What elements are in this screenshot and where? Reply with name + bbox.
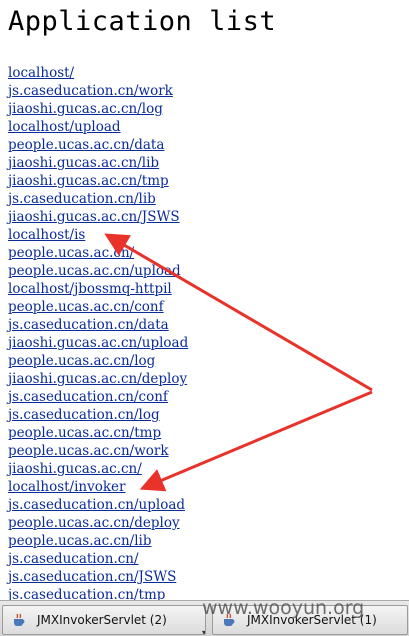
list-item: people.ucas.ac.cn/log: [8, 352, 188, 370]
java-cup-icon: [14, 613, 25, 626]
list-item: js.caseducation.cn/work: [8, 82, 188, 100]
list-item: people.ucas.ac.cn/: [8, 244, 188, 262]
application-link[interactable]: js.caseducation.cn/lib: [8, 191, 156, 207]
watermark: www.wooyun.org: [202, 597, 365, 619]
taskbar-button-label: JMXInvokerServlet (2): [37, 613, 167, 627]
list-item: js.caseducation.cn/data: [8, 316, 188, 334]
application-link[interactable]: jiaoshi.gucas.ac.cn/log: [8, 101, 163, 117]
list-item: js.caseducation.cn/lib: [8, 190, 188, 208]
application-link[interactable]: js.caseducation.cn/: [8, 551, 139, 567]
application-link[interactable]: people.ucas.ac.cn/tmp: [8, 425, 161, 441]
list-item: people.ucas.ac.cn/conf: [8, 298, 188, 316]
application-link[interactable]: people.ucas.ac.cn/lib: [8, 533, 152, 549]
list-item: localhost/jbossmq-httpil: [8, 280, 188, 298]
application-link[interactable]: people.ucas.ac.cn/: [8, 245, 134, 261]
list-item: people.ucas.ac.cn/tmp: [8, 424, 188, 442]
application-link[interactable]: jiaoshi.gucas.ac.cn/: [8, 461, 142, 477]
application-link[interactable]: js.caseducation.cn/conf: [8, 389, 168, 405]
application-link[interactable]: js.caseducation.cn/log: [8, 407, 160, 423]
application-link[interactable]: localhost/is: [8, 227, 85, 243]
application-link[interactable]: jiaoshi.gucas.ac.cn/deploy: [8, 371, 187, 387]
list-item: js.caseducation.cn/log: [8, 406, 188, 424]
list-item: localhost/invoker: [8, 478, 188, 496]
list-item: js.caseducation.cn/upload: [8, 496, 188, 514]
page-title: Application list: [8, 6, 277, 37]
application-link[interactable]: jiaoshi.gucas.ac.cn/upload: [8, 335, 188, 351]
list-item: jiaoshi.gucas.ac.cn/lib: [8, 154, 188, 172]
application-link[interactable]: localhost/upload: [8, 119, 121, 135]
list-item: jiaoshi.gucas.ac.cn/: [8, 460, 188, 478]
application-link[interactable]: people.ucas.ac.cn/conf: [8, 299, 164, 315]
application-link[interactable]: js.caseducation.cn/upload: [8, 497, 185, 513]
application-link[interactable]: jiaoshi.gucas.ac.cn/tmp: [8, 173, 169, 189]
list-item: jiaoshi.gucas.ac.cn/JSWS: [8, 208, 188, 226]
list-item: js.caseducation.cn/JSWS: [8, 568, 188, 586]
list-item: localhost/: [8, 64, 188, 82]
list-item: people.ucas.ac.cn/lib: [8, 532, 188, 550]
list-item: js.caseducation.cn/conf: [8, 388, 188, 406]
taskbar-button-jmxinvoker-2[interactable]: JMXInvokerServlet (2) ▼: [2, 605, 206, 635]
application-link[interactable]: jiaoshi.gucas.ac.cn/lib: [8, 155, 159, 171]
list-item: jiaoshi.gucas.ac.cn/log: [8, 100, 188, 118]
application-link[interactable]: people.ucas.ac.cn/log: [8, 353, 155, 369]
application-link[interactable]: js.caseducation.cn/data: [8, 317, 169, 333]
list-item: jiaoshi.gucas.ac.cn/tmp: [8, 172, 188, 190]
list-item: people.ucas.ac.cn/work: [8, 442, 188, 460]
chevron-down-icon[interactable]: ▼: [202, 620, 205, 634]
application-link[interactable]: people.ucas.ac.cn/upload: [8, 263, 181, 279]
application-link[interactable]: localhost/: [8, 65, 74, 81]
application-link[interactable]: localhost/jbossmq-httpil: [8, 281, 172, 297]
list-item: people.ucas.ac.cn/upload: [8, 262, 188, 280]
list-item: jiaoshi.gucas.ac.cn/upload: [8, 334, 188, 352]
list-item: jiaoshi.gucas.ac.cn/deploy: [8, 370, 188, 388]
list-item: people.ucas.ac.cn/data: [8, 136, 188, 154]
application-link[interactable]: js.caseducation.cn/JSWS: [8, 569, 176, 585]
application-link[interactable]: localhost/invoker: [8, 479, 126, 495]
page: Application list localhost/js.caseducati…: [0, 0, 409, 636]
list-item: localhost/upload: [8, 118, 188, 136]
application-link[interactable]: people.ucas.ac.cn/work: [8, 443, 169, 459]
application-link[interactable]: people.ucas.ac.cn/data: [8, 137, 164, 153]
list-item: people.ucas.ac.cn/deploy: [8, 514, 188, 532]
application-link[interactable]: people.ucas.ac.cn/deploy: [8, 515, 180, 531]
application-link[interactable]: js.caseducation.cn/work: [8, 83, 173, 99]
application-link[interactable]: jiaoshi.gucas.ac.cn/JSWS: [8, 209, 180, 225]
list-item: js.caseducation.cn/: [8, 550, 188, 568]
application-link-list: localhost/js.caseducation.cn/work jiaoshi…: [8, 64, 188, 604]
list-item: localhost/is: [8, 226, 188, 244]
